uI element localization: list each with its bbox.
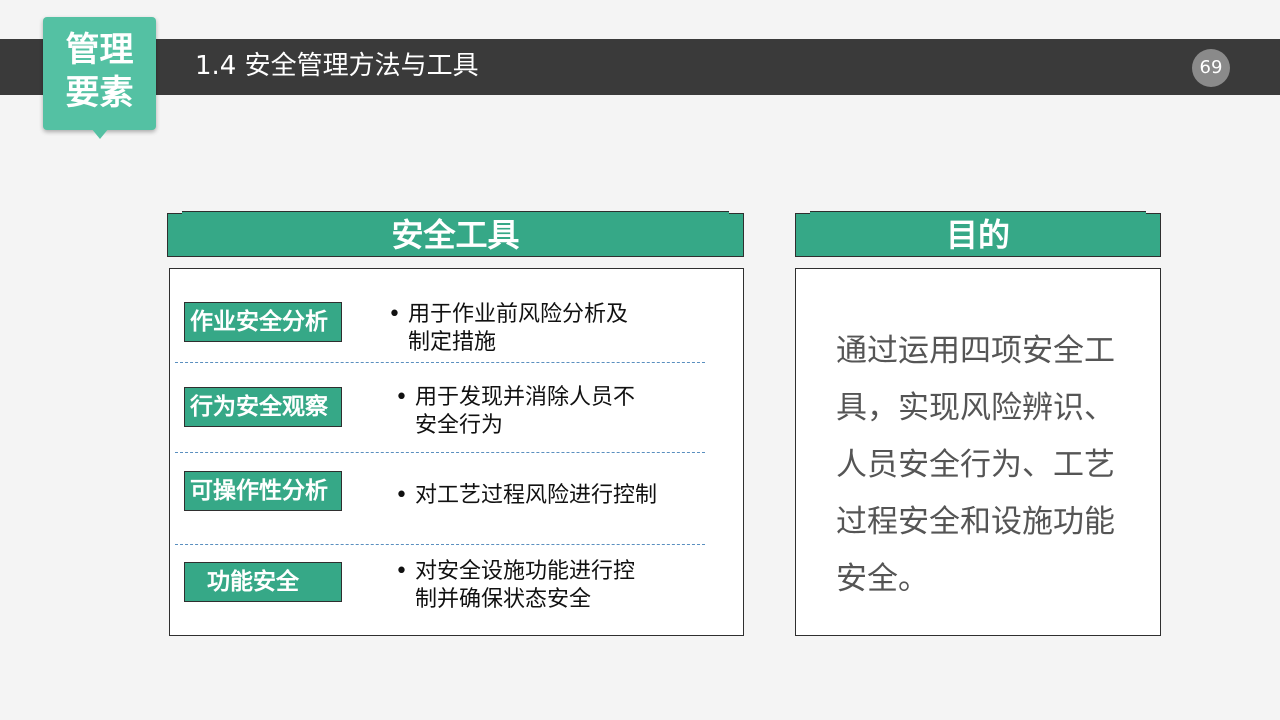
tool-desc-hazop-line1: 对工艺过程风险进行控制: [415, 483, 658, 508]
tool-desc-fs-line2: 制并确保状态安全: [415, 587, 592, 612]
slide-title: 1.4 安全管理方法与工具: [195, 51, 479, 81]
row-divider: [175, 452, 705, 453]
section-badge: 管理 要素: [43, 17, 156, 130]
tool-desc-jsa-line1: 用于作业前风险分析及: [408, 302, 629, 327]
tool-tag-hazop: 可操作性分析: [184, 471, 342, 511]
tool-desc-bbs-line1: 用于发现并消除人员不: [415, 385, 636, 410]
tool-tag-bbs: 行为安全观察: [184, 387, 342, 427]
tool-desc-fs-line1: 对安全设施功能进行控: [415, 559, 636, 584]
tool-desc-functional-safety: • 对安全设施功能进行控 制并确保状态安全: [395, 559, 636, 612]
tool-desc-hazop: • 对工艺过程风险进行控制: [395, 483, 658, 508]
tool-desc-jsa: • 用于作业前风险分析及 制定措施: [388, 302, 629, 355]
badge-line-2: 要素: [65, 73, 134, 113]
tool-desc-jsa-line2: 制定措施: [408, 330, 497, 355]
tool-tag-functional-safety: 功能安全: [184, 562, 342, 602]
badge-pointer: [91, 128, 109, 139]
title-bar: [0, 39, 1280, 95]
page-number-badge: 69: [1192, 49, 1230, 87]
purpose-heading: 目的: [795, 211, 1161, 257]
badge-line-1: 管理: [65, 30, 134, 70]
row-divider: [175, 362, 705, 363]
row-divider: [175, 544, 705, 545]
purpose-text: 通过运用四项安全工具，实现风险辨识、人员安全行为、工艺过程安全和设施功能安全。: [836, 333, 1115, 597]
tools-heading: 安全工具: [167, 211, 744, 257]
tool-tag-jsa: 作业安全分析: [184, 302, 342, 342]
tool-desc-bbs-line2: 安全行为: [415, 413, 504, 438]
tool-desc-bbs: • 用于发现并消除人员不 安全行为: [395, 385, 636, 438]
